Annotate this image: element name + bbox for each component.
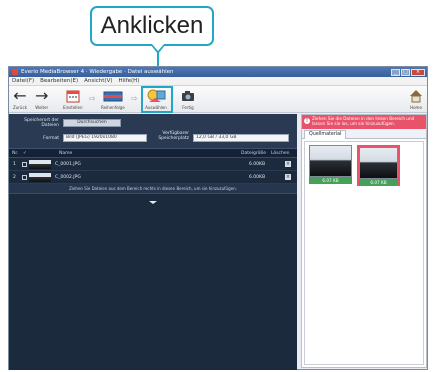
arrow-right-icon: → [35,86,49,105]
close-button[interactable]: × [411,68,425,76]
app-window: Everio MediaBrowser 4 · Wiedergabe · Dat… [8,66,428,370]
flow-arrow-icon: ⇨ [89,94,96,103]
browse-button[interactable]: Durchsuchen [63,119,121,127]
delete-icon[interactable]: × [285,174,291,180]
row-number: 2 [13,175,16,180]
info-notice: ! Ziehen Sie die Dateien in den linken B… [302,115,426,129]
export-settings: Speicherort der Dateien Durchsuchen Form… [9,114,297,149]
flow-arrow-icon: ⇨ [131,94,138,103]
media-thumbnail [359,147,398,179]
file-list-pane: Speicherort der Dateien Durchsuchen Form… [9,114,297,370]
media-tile-selected[interactable]: 6.07 KB [357,145,400,186]
table-row[interactable]: 2 C_0002.JPG 6.00KB × [9,171,297,184]
menu-file[interactable]: Datei(F) [12,78,34,84]
format-label: Format [43,136,59,141]
filmstrip-icon [103,91,123,102]
home-label: Home [410,105,422,110]
free-space-field: 12,0 GB / 33,0 GB [193,134,289,142]
step-finish[interactable]: Fertig [181,87,195,110]
callout-label: Anklicken [90,6,214,46]
window-title: Everio MediaBrowser 4 · Wiedergabe · Dat… [21,69,174,75]
header-check: ✓ [23,151,27,156]
step-order[interactable]: Reihenfolge [101,87,125,110]
step-finish-label: Fertig [182,105,194,110]
title-bar: Everio MediaBrowser 4 · Wiedergabe · Dat… [9,67,427,77]
tab-bar: Quellmaterial [302,129,426,139]
menu-view[interactable]: Ansicht(V) [84,78,112,84]
minimize-button[interactable]: _ [391,68,400,76]
media-thumbnail [309,145,352,177]
menu-help[interactable]: Hilfe(H) [119,78,140,84]
header-number: Nr. [12,151,19,156]
notice-text: Ziehen Sie die Dateien in den linken Ber… [312,116,415,126]
camera-icon [182,91,194,101]
free-space-label: Verfügbarer Speicherplatz [158,131,189,141]
media-grid: 6.07 KB 6.07 KB [304,141,424,365]
media-tile[interactable]: 6.07 KB [309,145,352,186]
forward-button[interactable]: → Weiter [35,86,49,111]
chevron-down-icon[interactable] [149,201,157,204]
back-label: Zurück [13,105,27,110]
format-select[interactable]: Bild (JPEG) 1920x1080 [63,134,147,142]
row-checkbox[interactable] [22,175,27,180]
highlight-frame [141,86,173,113]
home-button[interactable]: Home [409,87,423,110]
info-icon: ! [304,118,310,124]
row-number: 1 [13,162,16,167]
header-size[interactable]: Dateigröße [241,151,266,156]
menu-bar: Datei(F) Bearbeiten(E) Ansicht(V) Hilfe(… [9,77,427,86]
delete-icon[interactable]: × [285,161,291,167]
row-filesize: 6.00KB [249,162,266,167]
row-filesize: 6.00KB [249,175,266,180]
step-settings[interactable]: Einstellen [63,87,83,110]
maximize-button[interactable]: □ [401,68,410,76]
callout-text: Anklicken [100,12,204,39]
row-thumbnail [29,173,51,182]
row-thumbnail [29,160,51,169]
list-header: Nr. ✓ Name Dateigröße Löschen [9,149,297,158]
drop-hint: Ziehen Sie Dateien aus dem Bereich recht… [9,184,297,194]
media-caption: 6.07 KB [309,177,352,184]
step-settings-label: Einstellen [63,105,83,110]
forward-label: Weiter [35,105,49,110]
header-delete: Löschen [271,151,290,156]
toolbar: ← Zurück → Weiter Einstellen ⇨ Reihenfol… [9,86,427,113]
home-icon [410,90,422,103]
app-icon [12,69,18,75]
back-button[interactable]: ← Zurück [13,86,27,111]
table-row[interactable]: 1 C_0001.JPG 6.00KB × [9,158,297,171]
calendar-icon [66,90,80,103]
source-pane: ! Ziehen Sie die Dateien in den linken B… [301,114,427,368]
menu-edit[interactable]: Bearbeiten(E) [40,78,78,84]
media-caption: 6.07 KB [359,179,398,186]
callout-pointer-fill [152,44,164,51]
arrow-left-icon: ← [13,86,27,105]
row-checkbox[interactable] [22,162,27,167]
tab-source-material[interactable]: Quellmaterial [304,130,347,139]
row-filename: C_0001.JPG [55,162,81,167]
row-filename: C_0002.JPG [55,175,81,180]
step-order-label: Reihenfolge [101,105,125,110]
save-location-label: Speicherort der Dateien [24,118,59,128]
header-name[interactable]: Name [59,151,72,156]
